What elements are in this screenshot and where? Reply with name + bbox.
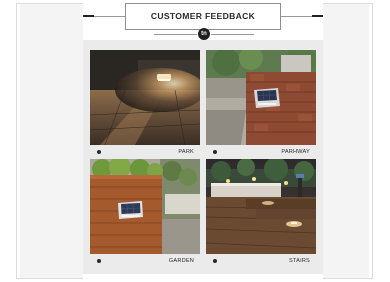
gallery-photo	[90, 159, 200, 254]
gallery-photo	[206, 159, 316, 254]
caption-bar: GARDEN	[90, 254, 200, 268]
gallery-caption: STAIRS	[289, 258, 310, 264]
header-dash-right	[312, 15, 323, 17]
header-line-right	[281, 16, 312, 17]
header-line-left	[94, 16, 125, 17]
bullet-icon	[97, 259, 101, 263]
caption-bar: PARK	[90, 145, 200, 159]
section-header: CUSTOMER FEEDBACK tn	[83, 2, 323, 40]
caption-bar: PARHWAY	[206, 145, 316, 159]
feedback-card: CUSTOMER FEEDBACK tn PARK PARHWAY GARDEN…	[83, 0, 323, 282]
caption-bar: STAIRS	[206, 254, 316, 268]
gallery-caption: PARHWAY	[281, 149, 310, 155]
logo-line-left	[154, 34, 197, 35]
gallery-photo	[90, 50, 200, 145]
gallery-caption: GARDEN	[168, 258, 194, 264]
title-box: CUSTOMER FEEDBACK	[125, 3, 281, 30]
page: CUSTOMER FEEDBACK tn PARK PARHWAY GARDEN…	[0, 0, 390, 282]
bullet-icon	[97, 150, 101, 154]
gallery-caption: PARK	[178, 149, 194, 155]
logo-line-right	[211, 34, 254, 35]
photo-grid: PARK PARHWAY GARDEN STAIRS	[83, 40, 323, 274]
header-dash-left	[83, 15, 94, 17]
bullet-icon	[213, 259, 217, 263]
page-title: CUSTOMER FEEDBACK	[150, 11, 256, 21]
bullet-icon	[213, 150, 217, 154]
brand-logo-icon: tn	[198, 28, 210, 40]
gallery-photo	[206, 50, 316, 145]
